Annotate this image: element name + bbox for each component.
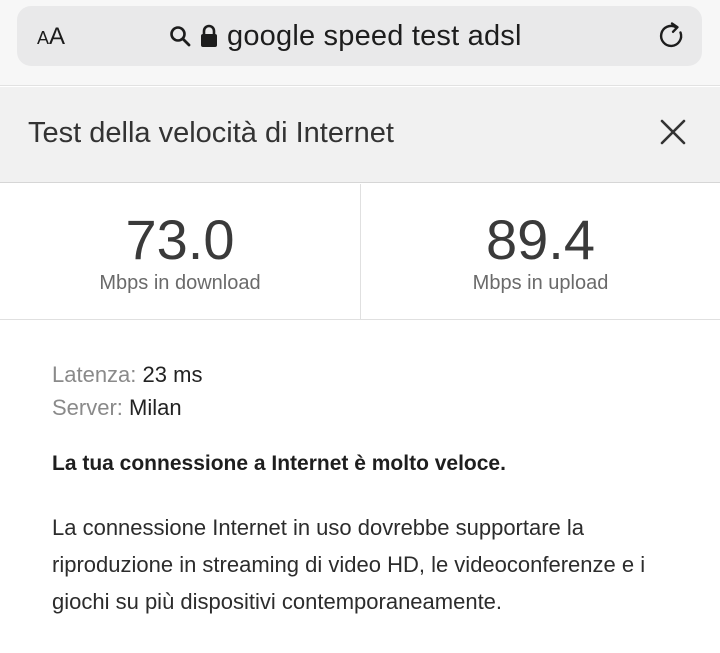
download-result: 73.0 Mbps in download bbox=[0, 184, 360, 320]
connection-description: La connessione Internet in uso dovrebbe … bbox=[52, 515, 646, 614]
server-value: Milan bbox=[129, 395, 182, 420]
address-text: google speed test adsl bbox=[227, 19, 522, 52]
upload-label: Mbps in upload bbox=[472, 272, 609, 294]
speed-results: 73.0 Mbps in download 89.4 Mbps in uploa… bbox=[0, 184, 720, 320]
test-details: Latenza: 23 ms Server: Milan bbox=[52, 358, 692, 424]
page-title: Test della velocità di Internet bbox=[28, 117, 394, 149]
close-icon[interactable] bbox=[656, 115, 690, 149]
server-label: Server: bbox=[52, 395, 123, 420]
reload-icon[interactable] bbox=[656, 20, 688, 52]
lock-icon bbox=[201, 24, 217, 47]
download-value: 73.0 bbox=[125, 208, 235, 271]
address-display[interactable]: google speed test adsl bbox=[169, 19, 522, 53]
upload-value: 89.4 bbox=[486, 208, 595, 271]
download-label: Mbps in download bbox=[99, 272, 261, 294]
latency-value: 23 ms bbox=[142, 362, 203, 387]
connection-verdict: La tua connessione a Internet è molto ve… bbox=[52, 452, 506, 475]
browser-toolbar: AA google speed test adsl bbox=[0, 0, 720, 86]
server-row: Server: Milan bbox=[52, 391, 692, 424]
address-bar[interactable]: AA google speed test adsl bbox=[17, 6, 702, 66]
upload-result: 89.4 Mbps in upload bbox=[360, 184, 720, 320]
text-size-button[interactable]: AA bbox=[37, 22, 65, 52]
search-icon bbox=[170, 26, 191, 47]
latency-label: Latenza: bbox=[52, 362, 137, 387]
latency-row: Latenza: 23 ms bbox=[52, 358, 692, 391]
speed-test-header: Test della velocità di Internet bbox=[0, 87, 720, 183]
